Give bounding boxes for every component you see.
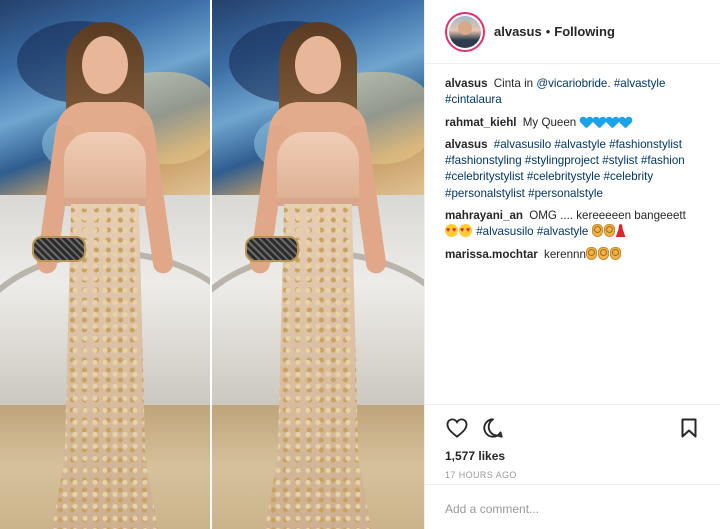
blue-heart-icon — [619, 117, 631, 128]
ok-hand-emoji-icon — [585, 246, 597, 260]
post-photo[interactable] — [0, 0, 424, 529]
speech-bubble-icon[interactable] — [481, 416, 505, 440]
blue-heart-icon — [580, 117, 592, 128]
comment-text: My Queen — [522, 115, 577, 129]
comment-text: kerennn — [544, 247, 586, 261]
comment-username[interactable]: marissa.mochtar — [445, 248, 538, 261]
comment-text: OMG .... kereeeeen bangeeett — [529, 209, 686, 223]
comment-item: mahrayani_an OMG .... kereeeeen bangeeet… — [445, 208, 711, 241]
comment-username[interactable]: mahrayani_an — [445, 209, 523, 222]
comment-username[interactable]: rahmat_kiehl — [445, 116, 517, 129]
separator-dot: • — [545, 24, 551, 39]
comment-username[interactable]: alvasus — [445, 138, 488, 151]
ok-hand-emoji-icon — [603, 224, 615, 238]
avatar-image — [449, 15, 481, 48]
action-bar: 1,577 likes 17 HOURS AGO — [425, 404, 720, 480]
avatar[interactable] — [445, 11, 485, 52]
ok-hand-emoji-icon — [609, 246, 621, 260]
caption: alvasus Cinta in @vicariobride. #alvasty… — [445, 76, 711, 109]
post-timestamp[interactable]: 17 HOURS AGO — [445, 470, 701, 480]
comment-input[interactable] — [445, 502, 695, 516]
clutch-bag — [32, 236, 86, 262]
ok-hand-emoji-icon — [597, 246, 609, 260]
heart-eyes-emoji-icon — [445, 223, 458, 240]
clutch-bag — [245, 236, 299, 262]
comment-item: rahmat_kiehl My Queen — [445, 115, 711, 131]
photo-panel-left — [0, 0, 210, 529]
dress-emoji-icon — [615, 224, 626, 238]
comment-item: alvasus #alvasusilo #alvastyle #fashions… — [445, 137, 711, 202]
post-header: alvasus • Following — [425, 0, 720, 64]
woman-in-gown — [30, 14, 180, 529]
blue-heart-icon — [606, 117, 618, 128]
post-info-panel: alvasus • Following alvasus Cinta in @vica… — [424, 0, 720, 529]
ok-hand-emoji-icon — [591, 224, 603, 238]
following-button[interactable]: Following — [554, 24, 615, 39]
comment-item: marissa.mochtar kerennn — [445, 246, 711, 263]
heart-eyes-emoji-icon — [459, 223, 472, 240]
photo-panel-right — [212, 0, 424, 529]
heart-outline-icon[interactable] — [445, 416, 469, 440]
instagram-post: alvasus • Following alvasus Cinta in @vica… — [0, 0, 720, 529]
comment-username[interactable]: alvasus — [445, 77, 488, 90]
add-comment-bar — [425, 484, 720, 529]
comment-list: alvasus Cinta in @vicariobride. #alvasty… — [445, 76, 711, 269]
woman-in-gown — [243, 14, 393, 529]
hashtag-links[interactable]: #alvasusilo #alvastyle — [476, 225, 588, 238]
comment-text: Cinta in — [493, 77, 534, 90]
mention-link[interactable]: @vicariobride. — [536, 77, 610, 90]
bookmark-icon[interactable] — [677, 416, 701, 440]
like-count[interactable]: 1,577 likes — [445, 449, 701, 463]
header-username[interactable]: alvasus — [494, 24, 542, 39]
blue-heart-icon — [593, 117, 605, 128]
